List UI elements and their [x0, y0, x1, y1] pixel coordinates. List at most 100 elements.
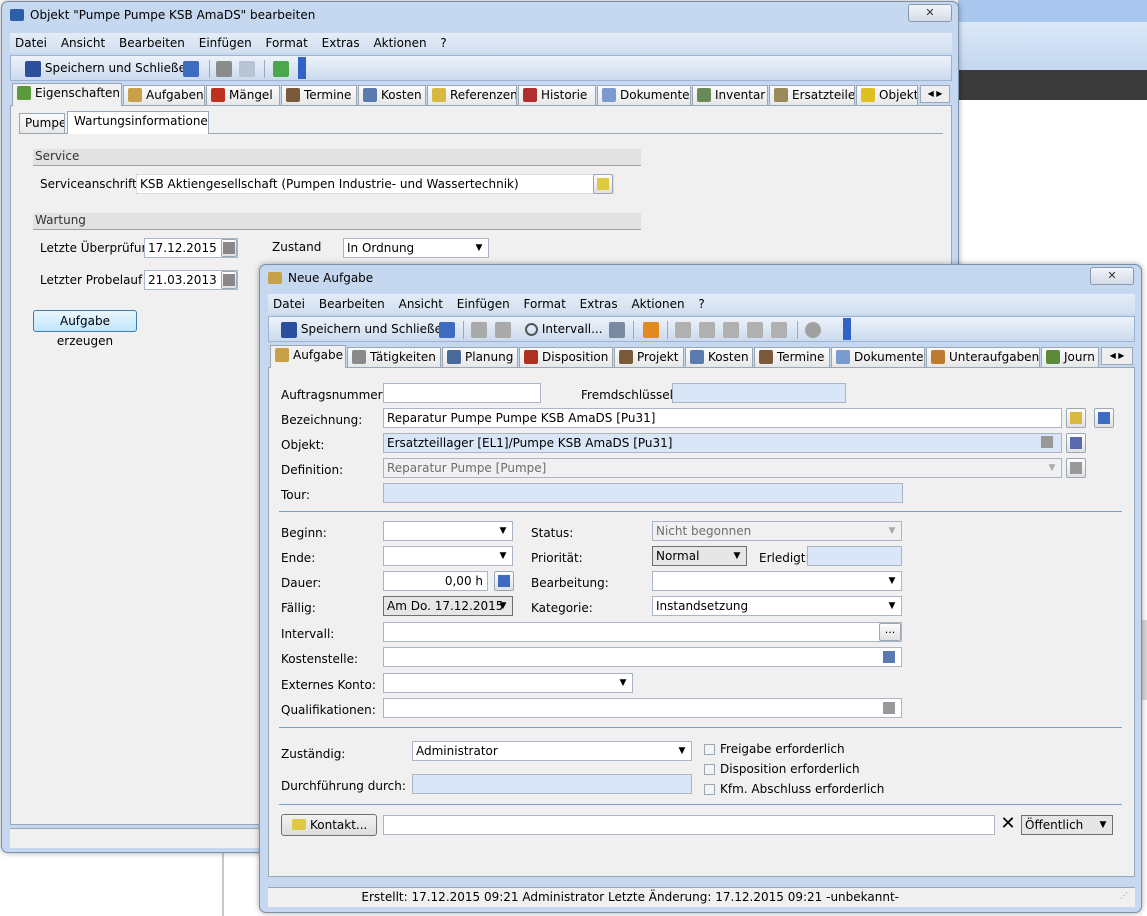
- definition-button[interactable]: [1066, 458, 1086, 478]
- tab-eigenschaften[interactable]: Eigenschaften: [12, 83, 122, 106]
- menu-format[interactable]: Format: [519, 294, 571, 311]
- preview-button[interactable]: [239, 59, 255, 79]
- definition-select[interactable]: Reparatur Pumpe [Pumpe] ▼: [383, 458, 1062, 478]
- menu-help[interactable]: ?: [435, 33, 451, 50]
- serviceanschrift-field[interactable]: KSB Aktiengesellschaft (Pumpen Industrie…: [136, 174, 614, 194]
- menu-extras[interactable]: Extras: [575, 294, 623, 311]
- tab-kosten[interactable]: Kosten: [358, 85, 426, 105]
- intervall-button[interactable]: Intervall...: [525, 320, 603, 340]
- aufgabe-erzeugen-button[interactable]: Aufgabe erzeugen: [33, 310, 137, 348]
- tab-planung[interactable]: Planung: [442, 347, 518, 367]
- up-button[interactable]: [805, 320, 821, 340]
- menu-aktionen[interactable]: Aktionen: [626, 294, 689, 311]
- save-close-button[interactable]: Speichern und Schließen: [25, 59, 194, 79]
- tab-dokumente[interactable]: Dokumente: [597, 85, 691, 105]
- tab-referenzen[interactable]: Referenzen: [427, 85, 517, 105]
- person-button[interactable]: [495, 320, 511, 340]
- tools-button[interactable]: [699, 320, 715, 340]
- edit-object-button[interactable]: [1066, 433, 1086, 453]
- subtab-wartungsinformationen[interactable]: Wartungsinformationen: [67, 111, 209, 134]
- tab-scroll-buttons[interactable]: ◀ ▶: [1101, 347, 1133, 365]
- kfm-abschluss-checkbox[interactable]: [704, 784, 715, 795]
- bezeichnung-field[interactable]: Reparatur Pumpe Pumpe KSB AmaDS [Pu31]: [383, 408, 1062, 428]
- tour-field[interactable]: [383, 483, 903, 503]
- tab-ersatzteile[interactable]: Ersatzteile: [769, 85, 855, 105]
- date-picker-button[interactable]: [221, 239, 237, 257]
- objekt-field[interactable]: Ersatzteillager [EL1]/Pumpe KSB AmaDS [P…: [383, 433, 1062, 453]
- delete-button[interactable]: [747, 320, 763, 340]
- menu-bearbeiten[interactable]: Bearbeiten: [314, 294, 390, 311]
- kontakt-button[interactable]: Kontakt...: [281, 814, 377, 836]
- intervall-browse-button[interactable]: ...: [879, 623, 901, 641]
- object-pick-button[interactable]: [1038, 433, 1062, 453]
- resize-grip-icon[interactable]: ⋰: [1120, 892, 1132, 905]
- externes-konto-select[interactable]: ▼: [383, 673, 633, 693]
- disposition-checkbox[interactable]: [704, 764, 715, 775]
- tab-scroll-buttons[interactable]: ◀ ▶: [920, 85, 950, 103]
- edit-button[interactable]: [723, 320, 739, 340]
- beginn-field[interactable]: ▼: [383, 521, 513, 541]
- tab-inventar[interactable]: Inventar: [692, 85, 768, 105]
- menu-bearbeiten[interactable]: Bearbeiten: [114, 33, 190, 50]
- menu-ansicht[interactable]: Ansicht: [56, 33, 110, 50]
- tab-termine[interactable]: Termine: [754, 347, 830, 367]
- address-card-button[interactable]: [593, 174, 613, 194]
- refresh-button[interactable]: [273, 59, 289, 79]
- menu-help[interactable]: ?: [693, 294, 709, 311]
- subtab-pumpe[interactable]: Pumpe: [19, 113, 65, 133]
- qualification-button[interactable]: [880, 699, 900, 717]
- faellig-select[interactable]: Am Do. 17.12.2015 ▼: [383, 596, 513, 616]
- menu-ansicht[interactable]: Ansicht: [394, 294, 448, 311]
- close-button[interactable]: ✕: [908, 4, 952, 22]
- copy-button[interactable]: [771, 320, 787, 340]
- auftragsnummer-field[interactable]: [383, 383, 541, 403]
- tab-termine[interactable]: Termine: [281, 85, 357, 105]
- clear-contact-icon[interactable]: ✕: [998, 814, 1018, 834]
- tab-disposition[interactable]: Disposition: [519, 347, 613, 367]
- tab-maengel[interactable]: Mängel: [206, 85, 280, 105]
- tree-button[interactable]: [1094, 408, 1114, 428]
- doc-button[interactable]: [675, 320, 691, 340]
- visibility-select[interactable]: Öffentlich ▼: [1021, 815, 1113, 835]
- menu-einfuegen[interactable]: Einfügen: [452, 294, 515, 311]
- kontakt-field[interactable]: [383, 815, 995, 835]
- alarm-button[interactable]: [643, 320, 659, 340]
- kategorie-select[interactable]: Instandsetzung ▼: [652, 596, 902, 616]
- book-button[interactable]: [439, 320, 455, 340]
- close-button[interactable]: ✕: [1090, 267, 1134, 285]
- durchfuehrung-field[interactable]: [412, 774, 692, 794]
- reference-button[interactable]: [1066, 408, 1086, 428]
- kostenstelle-field[interactable]: [383, 647, 902, 667]
- tab-projekt[interactable]: Projekt: [614, 347, 684, 367]
- tab-aufgabe[interactable]: Aufgabe: [270, 345, 346, 368]
- zustaendig-select[interactable]: Administrator ▼: [412, 741, 692, 761]
- window-titlebar[interactable]: Objekt "Pumpe Pumpe KSB AmaDS" bearbeite…: [2, 2, 958, 30]
- duration-calculator-button[interactable]: [494, 571, 514, 591]
- print-button[interactable]: [216, 59, 232, 79]
- tab-unteraufgaben[interactable]: Unteraufgaben: [926, 347, 1040, 367]
- dauer-field[interactable]: 0,00 h: [383, 571, 488, 591]
- tab-aufgaben[interactable]: Aufgaben: [123, 85, 205, 105]
- cost-center-button[interactable]: [880, 648, 900, 666]
- menu-datei[interactable]: Datei: [268, 294, 310, 311]
- menu-aktionen[interactable]: Aktionen: [368, 33, 431, 50]
- tab-taetigkeiten[interactable]: Tätigkeiten: [347, 347, 441, 367]
- bearbeitung-select[interactable]: ▼: [652, 571, 902, 591]
- tab-objekt[interactable]: Objekt: [856, 85, 918, 105]
- book-button[interactable]: [183, 59, 199, 79]
- tab-historie[interactable]: Historie: [518, 85, 596, 105]
- ende-field[interactable]: ▼: [383, 546, 513, 566]
- menu-datei[interactable]: Datei: [10, 33, 52, 50]
- tab-journal[interactable]: Journ: [1041, 347, 1099, 367]
- fremdschluessel-field[interactable]: [672, 383, 846, 403]
- save-close-button[interactable]: Speichern und Schließen: [281, 320, 450, 340]
- calendar-button[interactable]: [609, 320, 625, 340]
- date-picker-button[interactable]: [221, 271, 237, 289]
- qualifikationen-field[interactable]: [383, 698, 902, 718]
- erledigt-field[interactable]: [807, 546, 902, 566]
- menu-format[interactable]: Format: [261, 33, 313, 50]
- tab-dokumente[interactable]: Dokumente: [831, 347, 925, 367]
- prioritaet-select[interactable]: Normal ▼: [652, 546, 747, 566]
- menu-einfuegen[interactable]: Einfügen: [194, 33, 257, 50]
- tab-kosten[interactable]: Kosten: [685, 347, 753, 367]
